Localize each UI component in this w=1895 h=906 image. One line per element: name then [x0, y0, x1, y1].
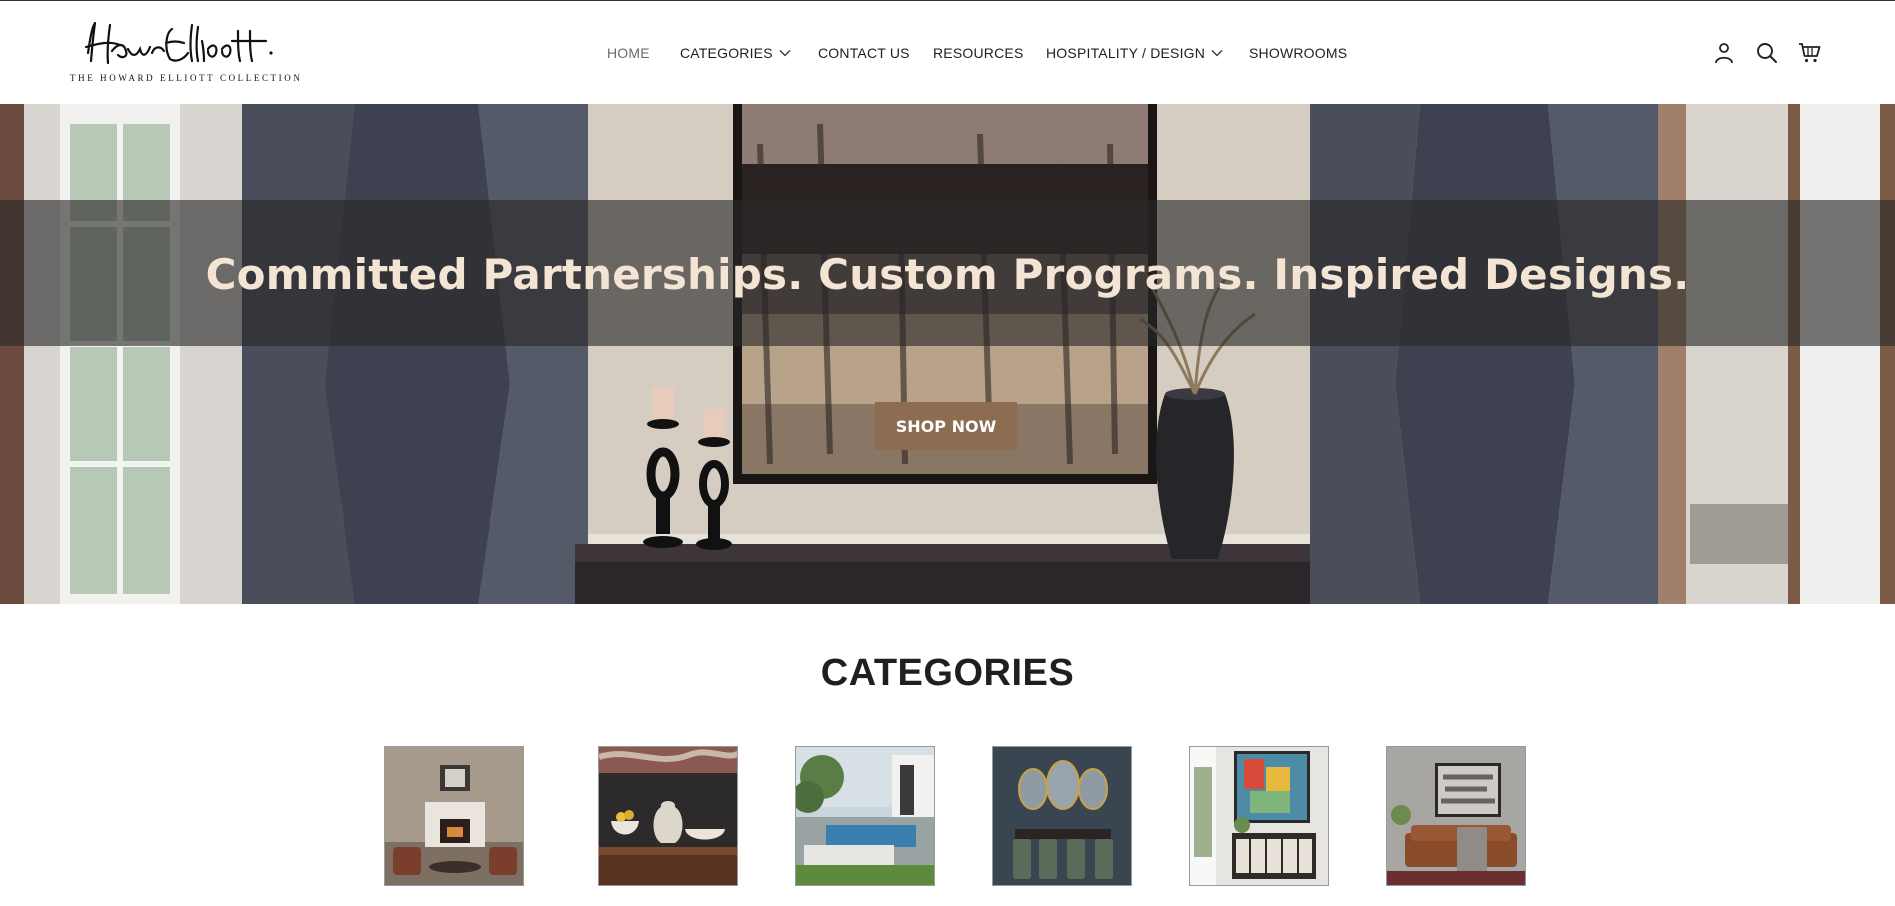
- nav-home[interactable]: HOME: [607, 45, 650, 61]
- category-thumb-ceramics[interactable]: [598, 746, 738, 886]
- chevron-down-icon: [779, 50, 791, 57]
- nav-hospitality-label: HOSPITALITY / DESIGN: [1046, 45, 1206, 61]
- brand-logo[interactable]: THE HOWARD ELLIOTT COLLECTION: [70, 19, 303, 87]
- search-icon[interactable]: [1755, 41, 1779, 65]
- nav-home-label: HOME: [607, 45, 650, 61]
- living-room-fireplace-image: [385, 747, 523, 885]
- nav-categories[interactable]: CATEGORIES: [680, 45, 791, 61]
- site-header: THE HOWARD ELLIOTT COLLECTION HOME CATEG…: [0, 1, 1895, 104]
- nav-categories-label: CATEGORIES: [680, 45, 773, 61]
- account-icon[interactable]: [1712, 41, 1736, 65]
- abstract-art-console-image: [1190, 747, 1328, 885]
- abstract-art-sofa-image: [1387, 747, 1525, 885]
- logo-signature-image: [84, 21, 273, 65]
- outdoor-pool-image: [796, 747, 934, 885]
- shop-now-button[interactable]: SHOP NOW: [875, 402, 1017, 450]
- nav-showrooms[interactable]: SHOWROOMS: [1249, 45, 1347, 61]
- hero-room-image: [0, 104, 1895, 604]
- nav-showrooms-label: SHOWROOMS: [1249, 45, 1348, 61]
- category-thumb-living-sofa[interactable]: [1386, 746, 1526, 886]
- nav-resources-label: RESOURCES: [933, 45, 1024, 61]
- nav-contact-us[interactable]: CONTACT US: [818, 45, 910, 61]
- nav-resources[interactable]: RESOURCES: [933, 45, 1023, 61]
- logo-tagline: THE HOWARD ELLIOTT COLLECTION: [70, 73, 303, 83]
- nav-contact-label: CONTACT US: [818, 45, 910, 61]
- cart-icon[interactable]: [1798, 41, 1822, 65]
- hero-headline: Committed Partnerships. Custom Programs.…: [205, 250, 1690, 299]
- categories-heading: CATEGORIES: [820, 652, 1075, 694]
- nav-hospitality-design[interactable]: HOSPITALITY / DESIGN: [1046, 45, 1223, 61]
- chevron-down-icon: [1211, 50, 1223, 57]
- category-thumb-wall-art[interactable]: [1189, 746, 1329, 886]
- hero-banner: Committed Partnerships. Custom Programs.…: [0, 104, 1895, 604]
- category-thumb-outdoor[interactable]: [795, 746, 935, 886]
- ceramic-vases-image: [599, 747, 737, 885]
- category-thumb-living-room[interactable]: [384, 746, 524, 886]
- category-thumbnails: [0, 746, 1895, 906]
- oval-mirrors-dining-image: [993, 747, 1131, 885]
- category-thumb-mirrors[interactable]: [992, 746, 1132, 886]
